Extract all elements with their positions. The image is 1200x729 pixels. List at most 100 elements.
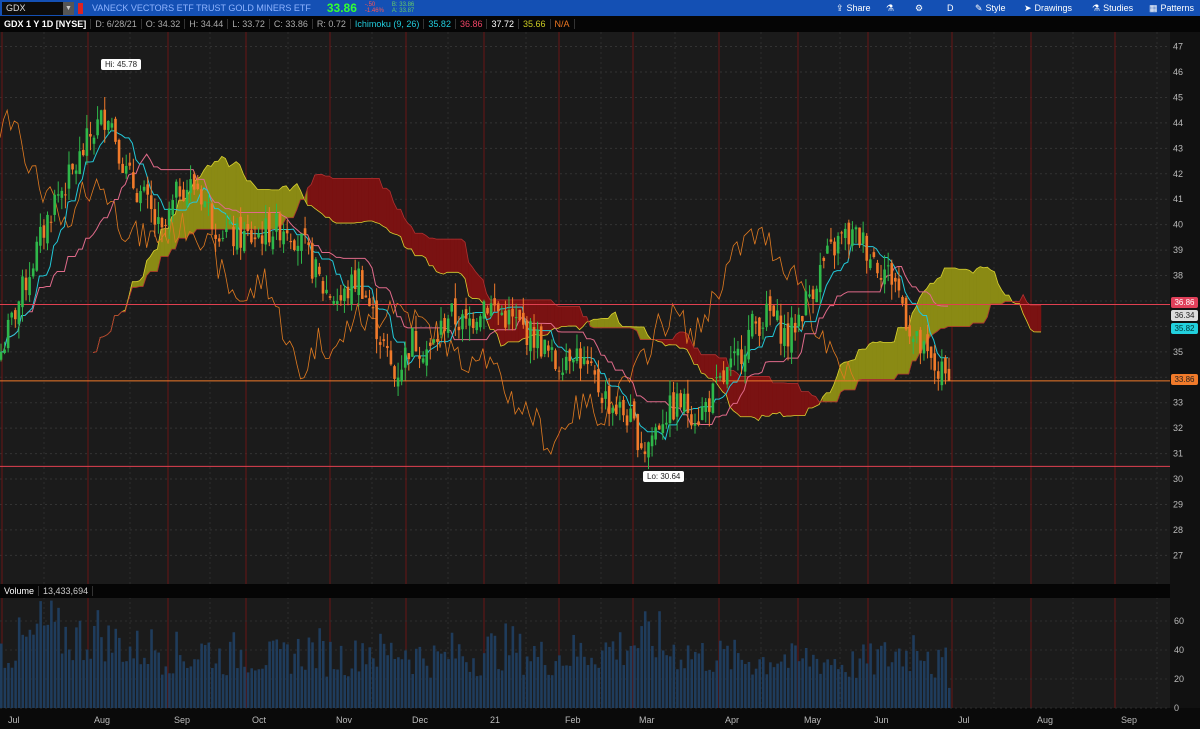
candle-body <box>99 110 103 125</box>
volume-bar <box>708 669 711 708</box>
price-tick-label: 38 <box>1173 271 1183 281</box>
volume-bar <box>293 653 296 708</box>
time-tick-label: May <box>804 715 822 725</box>
volume-bar <box>343 675 347 708</box>
info-date: D: 6/28/21 <box>91 19 142 29</box>
study-name[interactable]: Ichimoku (9, 26) <box>351 19 425 29</box>
volume-bar <box>311 642 314 708</box>
candle-body <box>239 216 242 248</box>
time-tick-label: Jul <box>958 715 970 725</box>
volume-bar <box>668 656 672 708</box>
volume-bar <box>897 648 901 708</box>
volume-bar <box>418 646 422 708</box>
candle-body <box>78 151 82 175</box>
alert-flag-icon[interactable] <box>78 2 83 14</box>
studies-button[interactable]: ⚗ Studies <box>1092 0 1133 16</box>
candle-body <box>897 278 901 291</box>
price-tick-label: 39 <box>1173 245 1183 255</box>
volume-bar <box>937 649 940 708</box>
volume-bar <box>733 639 736 708</box>
drawings-button[interactable]: ➤ Drawings <box>1024 0 1072 16</box>
candle-body <box>632 401 636 419</box>
candle-body <box>3 349 6 353</box>
volume-bar <box>901 666 905 708</box>
candle-body <box>264 218 268 245</box>
volume-bar <box>765 674 769 708</box>
volume-bar <box>135 630 139 708</box>
volume-bar <box>261 668 264 708</box>
candle-body <box>686 393 690 413</box>
volume-bar <box>425 665 429 708</box>
volume-bar <box>64 626 67 708</box>
bullish-cloud-segment <box>990 269 995 305</box>
volume-bar <box>819 673 822 708</box>
bearish-cloud-segment <box>407 222 412 250</box>
volume-bar <box>779 661 783 708</box>
volume-bar <box>522 674 525 708</box>
style-button[interactable]: ✎ Style <box>975 0 1006 16</box>
volume-bar <box>804 647 808 708</box>
volume-bar <box>568 665 572 708</box>
candle-body <box>604 391 607 399</box>
volume-bar <box>186 667 189 708</box>
candle-body <box>754 321 758 324</box>
candle-body <box>39 226 42 246</box>
timeframe-button[interactable]: D <box>947 0 954 16</box>
candle-body <box>933 353 936 371</box>
settings-button[interactable]: ⚙ <box>915 0 923 16</box>
flask-button[interactable]: ⚗ <box>886 0 894 16</box>
bullish-cloud-segment <box>858 348 863 381</box>
symbol-dropdown[interactable]: ▼ <box>63 1 74 15</box>
volume-bar <box>389 642 393 708</box>
price-tick-label: 46 <box>1173 67 1183 77</box>
volume-bar <box>3 667 7 708</box>
volume-bar <box>243 666 246 708</box>
bullish-cloud-segment <box>929 283 934 338</box>
candle-body <box>425 349 429 366</box>
info-close: C: 33.86 <box>270 19 313 29</box>
volume-bar <box>271 640 275 708</box>
candle-body <box>71 163 74 170</box>
candle-body <box>407 353 411 360</box>
bullish-cloud-segment <box>826 392 831 403</box>
candle-body <box>114 118 117 142</box>
tenkan-price-tag: 35.82 <box>1171 323 1198 334</box>
volume-bar <box>812 654 815 708</box>
bullish-cloud-segment <box>897 327 902 375</box>
volume-bar <box>754 668 758 708</box>
bullish-cloud-segment <box>861 348 866 380</box>
volume-bar <box>518 633 522 708</box>
candle-body <box>579 348 582 369</box>
candle-body <box>657 425 661 430</box>
volume-bar <box>414 648 418 708</box>
volume-bar <box>894 651 897 708</box>
candle-body <box>242 231 246 252</box>
candle-body <box>725 367 729 385</box>
volume-bar <box>554 661 558 708</box>
volume-bar <box>121 661 125 708</box>
volume-bar <box>443 651 447 708</box>
volume-bar <box>822 662 826 708</box>
candle-body <box>833 241 836 256</box>
flask-icon: ⚗ <box>1092 2 1101 13</box>
bearish-cloud-segment <box>772 382 777 415</box>
bearish-cloud-segment <box>740 376 745 418</box>
bearish-cloud-segment <box>679 331 684 349</box>
candle-body <box>142 186 146 191</box>
volume-bar <box>880 645 883 708</box>
candle-body <box>285 230 289 234</box>
price-chart[interactable]: 4746454443424140393837363534333231302928… <box>0 32 1200 729</box>
candle-body <box>944 357 947 374</box>
bearish-cloud-segment <box>793 383 799 416</box>
share-button[interactable]: ⇪ Share <box>836 0 871 16</box>
patterns-button[interactable]: ▦ Patterns <box>1149 0 1194 16</box>
candle-body <box>42 225 46 238</box>
bearish-cloud-segment <box>382 188 387 229</box>
volume-bar <box>912 635 915 708</box>
volume-bar <box>157 652 160 708</box>
volume-bar <box>150 629 153 708</box>
symbol-input[interactable]: GDX ▼ <box>2 1 74 15</box>
bullish-cloud-segment <box>969 269 974 328</box>
candle-body <box>200 189 203 205</box>
candle-body <box>174 181 178 198</box>
